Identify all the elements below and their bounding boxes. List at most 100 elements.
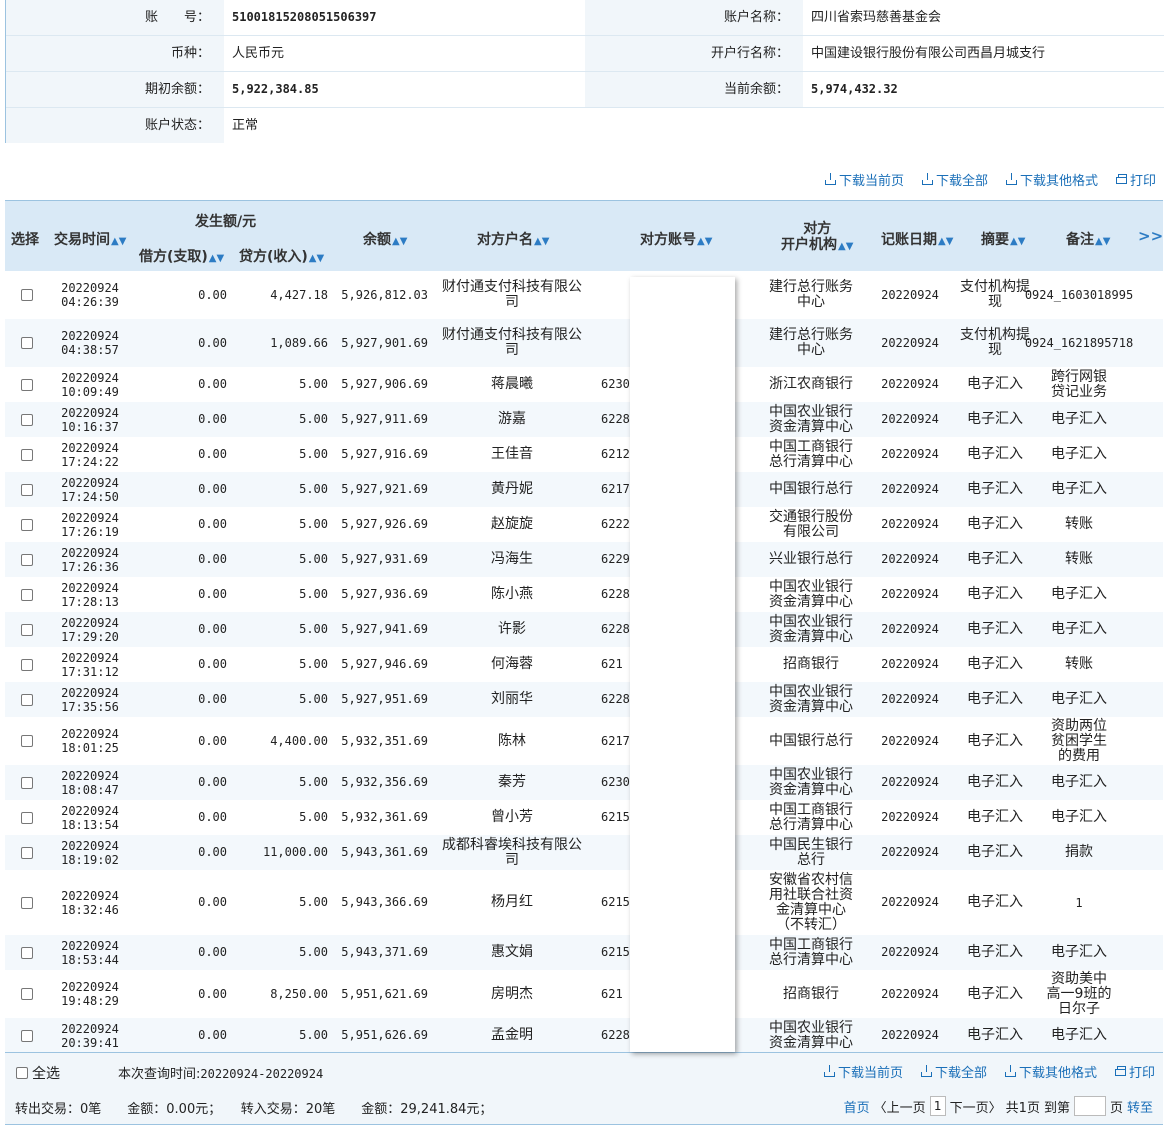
row-select[interactable]	[5, 612, 49, 647]
download-other-button[interactable]: 下载其他格式	[1004, 1062, 1097, 1081]
row-select[interactable]	[5, 437, 49, 472]
summary: 电子汇入	[967, 621, 1023, 637]
table-row[interactable]: 20220924 17:28:13 0.00 5.00 5,927,936.69 陈小燕 6…	[5, 577, 1163, 612]
goto-page-input[interactable]	[1073, 1096, 1106, 1116]
row-select[interactable]	[5, 577, 49, 612]
table-row[interactable]: 20220924 18:32:46 0.00 5.00 5,943,366.69 杨月红 6…	[5, 870, 1163, 935]
row-checkbox[interactable]	[21, 693, 33, 706]
row-checkbox[interactable]	[21, 988, 33, 1000]
row-checkbox[interactable]	[21, 337, 33, 349]
table-row[interactable]: 20220924 04:26:39 0.00 4,427.18 5,926,812.03…	[5, 271, 1163, 319]
row-select[interactable]	[5, 970, 49, 1018]
current-page[interactable]: 1	[929, 1096, 946, 1116]
transaction-time: 20220924 10:09:49	[61, 370, 119, 399]
table-row[interactable]: 20220924 19:48:29 0.00 8,250.00 5,951,621.69…	[5, 970, 1163, 1018]
col-post-date[interactable]: 记账日期▲▼	[881, 229, 953, 249]
row-checkbox[interactable]	[21, 896, 33, 909]
row-select[interactable]	[5, 367, 49, 402]
goto-button[interactable]: 转至	[1127, 1097, 1153, 1116]
row-checkbox[interactable]	[21, 623, 33, 636]
row-select[interactable]	[5, 1018, 49, 1053]
row-select[interactable]	[5, 319, 49, 367]
prev-page-link[interactable]: 〈上一页	[874, 1097, 926, 1116]
row-checkbox[interactable]	[21, 448, 33, 461]
col-party-name[interactable]: 对方户名▲▼	[477, 229, 549, 249]
col-debit[interactable]: 借方(支取)▲▼	[139, 246, 224, 266]
summary: 电子汇入	[967, 894, 1023, 910]
table-row[interactable]: 20220924 20:39:41 0.00 5.00 5,951,626.69 孟金明 6…	[5, 1018, 1163, 1053]
row-checkbox[interactable]	[21, 518, 33, 531]
select-all[interactable]: 全选	[16, 1063, 60, 1083]
row-checkbox[interactable]	[21, 588, 33, 601]
table-row[interactable]: 20220924 18:53:44 0.00 5.00 5,943,371.69 惠文娟 6…	[5, 935, 1163, 970]
col-time[interactable]: 交易时间▲▼	[54, 229, 126, 249]
row-checkbox[interactable]	[21, 811, 33, 824]
account-number-label: 账 号：	[6, 0, 224, 35]
first-page-link[interactable]: 首页	[844, 1097, 870, 1116]
row-select[interactable]	[5, 472, 49, 507]
row-checkbox[interactable]	[21, 553, 33, 566]
print-button[interactable]: 打印	[1114, 1062, 1155, 1081]
sort-icon: ▲▼	[938, 236, 954, 247]
row-checkbox[interactable]	[21, 1029, 33, 1042]
table-row[interactable]: 20220924 18:08:47 0.00 5.00 5,932,356.69 秦芳 62…	[5, 765, 1163, 800]
col-summary[interactable]: 摘要▲▼	[981, 229, 1025, 249]
table-row[interactable]: 20220924 10:16:37 0.00 5.00 5,927,911.69 游嘉 62…	[5, 402, 1163, 437]
info-row-2: 币种： 人民币元 开户行名称： 中国建设银行股份有限公司西昌月城支行	[6, 36, 1164, 72]
table-row[interactable]: 20220924 17:24:22 0.00 5.00 5,927,916.69 王佳音 6…	[5, 437, 1163, 472]
transaction-time: 20220924 18:01:25	[61, 727, 119, 755]
print-button[interactable]: 打印	[1115, 170, 1156, 189]
next-page-link[interactable]: 下一页〉	[950, 1097, 1002, 1116]
credit-amount: 5.00	[299, 587, 328, 601]
row-checkbox[interactable]	[21, 776, 33, 789]
table-row[interactable]: 20220924 04:38:57 0.00 1,089.66 5,927,901.69…	[5, 319, 1163, 367]
col-note[interactable]: 备注▲▼	[1066, 229, 1110, 249]
row-select[interactable]	[5, 402, 49, 437]
expand-columns-button[interactable]: >>	[1138, 227, 1163, 245]
table-row[interactable]: 20220924 10:09:49 0.00 5.00 5,927,906.69 蒋晨曦 6…	[5, 367, 1163, 402]
row-select[interactable]	[5, 870, 49, 935]
row-checkbox[interactable]	[21, 378, 33, 391]
download-all-button[interactable]: 下载全部	[920, 1062, 987, 1081]
col-balance[interactable]: 余额▲▼	[363, 229, 407, 249]
row-checkbox[interactable]	[21, 413, 33, 426]
row-select[interactable]	[5, 935, 49, 970]
download-page-button[interactable]: 下载当前页	[823, 1062, 903, 1081]
col-party-bank[interactable]: 对方 开户机构▲▼	[781, 221, 853, 255]
row-checkbox[interactable]	[21, 658, 33, 671]
summary: 电子汇入	[967, 481, 1023, 497]
row-select[interactable]	[5, 717, 49, 765]
transaction-time: 20220924 04:26:39	[61, 281, 119, 309]
col-party-account[interactable]: 对方账号▲▼	[640, 229, 712, 249]
row-checkbox[interactable]	[21, 289, 33, 301]
row-checkbox[interactable]	[21, 946, 33, 959]
row-checkbox[interactable]	[21, 483, 33, 496]
row-select[interactable]	[5, 647, 49, 682]
col-credit[interactable]: 贷方(收入)▲▼	[239, 246, 324, 266]
row-select[interactable]	[5, 800, 49, 835]
row-select[interactable]	[5, 765, 49, 800]
download-other-button[interactable]: 下载其他格式	[1005, 170, 1098, 189]
table-row[interactable]: 20220924 17:26:19 0.00 5.00 5,927,926.69 赵旋旋 6…	[5, 507, 1163, 542]
row-select[interactable]	[5, 682, 49, 717]
table-row[interactable]: 20220924 17:35:56 0.00 5.00 5,927,951.69 刘丽华 6…	[5, 682, 1163, 717]
download-all-button[interactable]: 下载全部	[921, 170, 988, 189]
row-select[interactable]	[5, 507, 49, 542]
table-row[interactable]: 20220924 17:31:12 0.00 5.00 5,927,946.69 何海蓉 6…	[5, 647, 1163, 682]
select-all-checkbox[interactable]	[16, 1067, 28, 1079]
row-checkbox[interactable]	[21, 846, 33, 859]
row-select[interactable]	[5, 542, 49, 577]
row-select[interactable]	[5, 835, 49, 870]
table-row[interactable]: 20220924 17:24:50 0.00 5.00 5,927,921.69 黄丹妮 6…	[5, 472, 1163, 507]
sort-icon: ▲▼	[111, 236, 127, 247]
row-select[interactable]	[5, 271, 49, 319]
table-row[interactable]: 20220924 17:29:20 0.00 5.00 5,927,941.69 许影 62…	[5, 612, 1163, 647]
table-row[interactable]: 20220924 17:26:36 0.00 5.00 5,927,931.69 冯海生 6…	[5, 542, 1163, 577]
credit-amount: 1,089.66	[270, 335, 328, 350]
table-row[interactable]: 20220924 18:01:25 0.00 4,400.00 5,932,351.69…	[5, 717, 1163, 765]
row-checkbox[interactable]	[21, 735, 33, 747]
table-row[interactable]: 20220924 18:13:54 0.00 5.00 5,932,361.69 曾小芳 6…	[5, 800, 1163, 835]
download-page-button[interactable]: 下载当前页	[824, 170, 904, 189]
transaction-time: 20220924 19:48:29	[61, 980, 119, 1008]
table-row[interactable]: 20220924 18:19:02 0.00 11,000.00 5,943,361.6…	[5, 835, 1163, 870]
